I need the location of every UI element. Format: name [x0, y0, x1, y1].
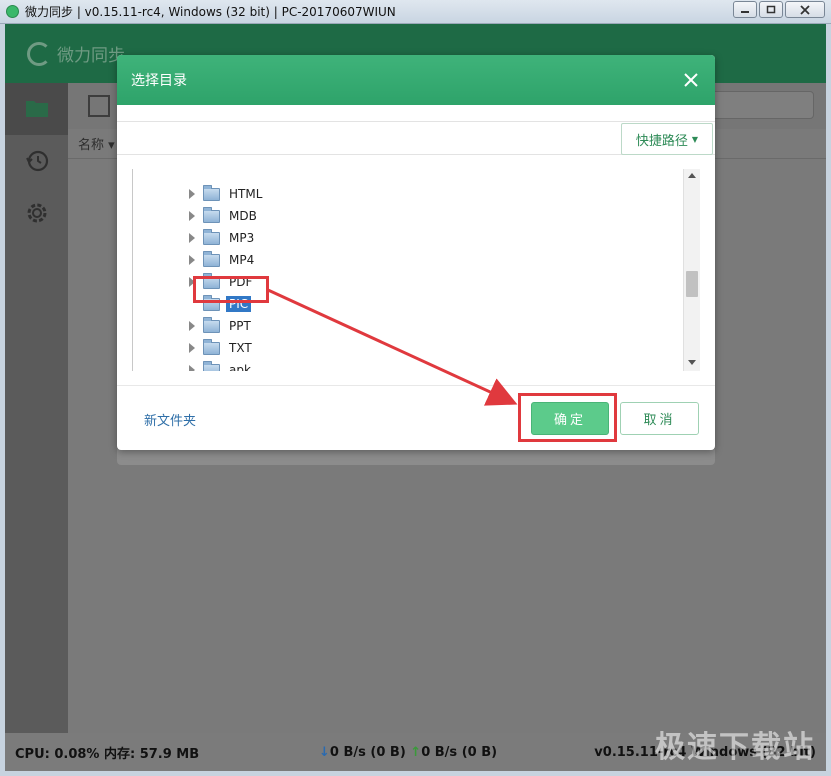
folder-icon	[203, 206, 220, 223]
dialog-footer: 新文件夹 确定 取消	[117, 385, 715, 450]
tree-item-mdb[interactable]: MDB	[189, 205, 260, 227]
maximize-icon	[766, 5, 776, 14]
tree-item-ppt[interactable]: PPT	[189, 315, 254, 337]
scroll-down-icon[interactable]	[688, 360, 696, 365]
search-input[interactable]	[704, 91, 814, 119]
add-folder-icon[interactable]	[88, 95, 110, 117]
dialog-shadow	[117, 449, 715, 465]
window-frame-right	[826, 24, 831, 776]
folder-icon	[203, 250, 220, 267]
cancel-button[interactable]: 取消	[620, 402, 699, 435]
folder-icon	[203, 184, 220, 201]
tree-item-label: MP3	[229, 231, 255, 245]
window-frame-bottom	[0, 771, 831, 776]
folder-icon	[203, 338, 220, 355]
tree-item-html[interactable]: HTML	[189, 183, 265, 205]
tree-item-label: HTML	[229, 187, 263, 201]
expand-arrow-icon[interactable]	[189, 343, 195, 353]
tree-item-label: PPT	[229, 319, 251, 333]
app-logo-icon	[6, 5, 19, 18]
highlight-ok-box	[518, 393, 617, 442]
highlight-pic-box	[193, 276, 269, 303]
folder-tree[interactable]: HTML MDB MP3 MP4 PDF PIC PPT TXT apk	[132, 169, 700, 371]
scroll-up-icon[interactable]	[688, 173, 696, 178]
window-title: 微力同步 | v0.15.11-rc4, Windows (32 bit) | …	[25, 5, 396, 19]
gear-icon	[27, 203, 46, 223]
new-folder-link[interactable]: 新文件夹	[144, 410, 196, 429]
download-arrow-icon: ↓	[319, 744, 330, 760]
tree-item-mp3[interactable]: MP3	[189, 227, 257, 249]
close-icon	[800, 4, 810, 15]
dialog-title: 选择目录	[131, 73, 187, 89]
scroll-thumb[interactable]	[686, 271, 698, 297]
expand-arrow-icon[interactable]	[189, 189, 195, 199]
tree-item-label: TXT	[229, 341, 252, 355]
expand-arrow-icon[interactable]	[189, 211, 195, 221]
select-directory-dialog: 选择目录 快捷路径 ▼ HTML MDB MP3 MP4 PDF PIC PPT…	[117, 55, 715, 450]
quick-path-button[interactable]: 快捷路径 ▼	[621, 123, 713, 155]
sidebar-item-folders[interactable]	[5, 83, 68, 135]
expand-arrow-icon[interactable]	[189, 365, 195, 371]
folder-icon	[203, 360, 220, 371]
sidebar-item-history[interactable]	[5, 135, 68, 187]
tree-item-txt[interactable]: TXT	[189, 337, 255, 359]
close-icon	[684, 73, 698, 87]
minimize-icon	[741, 10, 749, 13]
folder-icon	[203, 228, 220, 245]
history-icon	[25, 150, 48, 172]
dialog-close-button[interactable]	[681, 70, 701, 90]
window-close-button[interactable]	[785, 1, 825, 18]
status-cpu-memory: CPU: 0.08% 内存: 57.9 MB	[15, 746, 200, 762]
sidebar	[5, 83, 68, 733]
watermark: 极速下载站	[655, 730, 815, 765]
chevron-down-icon: ▼	[691, 134, 699, 144]
window-titlebar: 微力同步 | v0.15.11-rc4, Windows (32 bit) | …	[0, 0, 831, 24]
dialog-header: 选择目录	[117, 55, 715, 105]
folder-icon	[25, 101, 48, 117]
tree-item-label: apk	[229, 363, 251, 371]
folder-icon	[203, 316, 220, 333]
window-controls	[733, 1, 825, 18]
tree-scrollbar[interactable]	[683, 169, 700, 371]
quick-path-label: 快捷路径	[635, 133, 688, 149]
path-bar: 快捷路径 ▼	[117, 121, 715, 155]
status-transfer: ↓0 B/s (0 B) ↑0 B/s (0 B)	[319, 745, 497, 760]
expand-arrow-icon[interactable]	[189, 255, 195, 265]
expand-arrow-icon[interactable]	[189, 321, 195, 331]
tree-item-label: MDB	[229, 209, 257, 223]
upload-speed: 0 B/s (0 B)	[421, 744, 498, 760]
tree-item-label: MP4	[229, 253, 255, 267]
app-logo-text: 微力同步	[57, 46, 125, 66]
expand-arrow-icon[interactable]	[189, 233, 195, 243]
maximize-button[interactable]	[759, 1, 783, 18]
tree-item-apk[interactable]: apk	[189, 359, 254, 371]
tree-item-mp4[interactable]: MP4	[189, 249, 257, 271]
upload-arrow-icon: ↑	[410, 744, 422, 760]
sync-logo-icon	[27, 41, 51, 66]
download-speed: 0 B/s (0 B)	[329, 744, 411, 760]
minimize-button[interactable]	[733, 1, 757, 18]
sidebar-item-settings[interactable]	[5, 187, 68, 239]
